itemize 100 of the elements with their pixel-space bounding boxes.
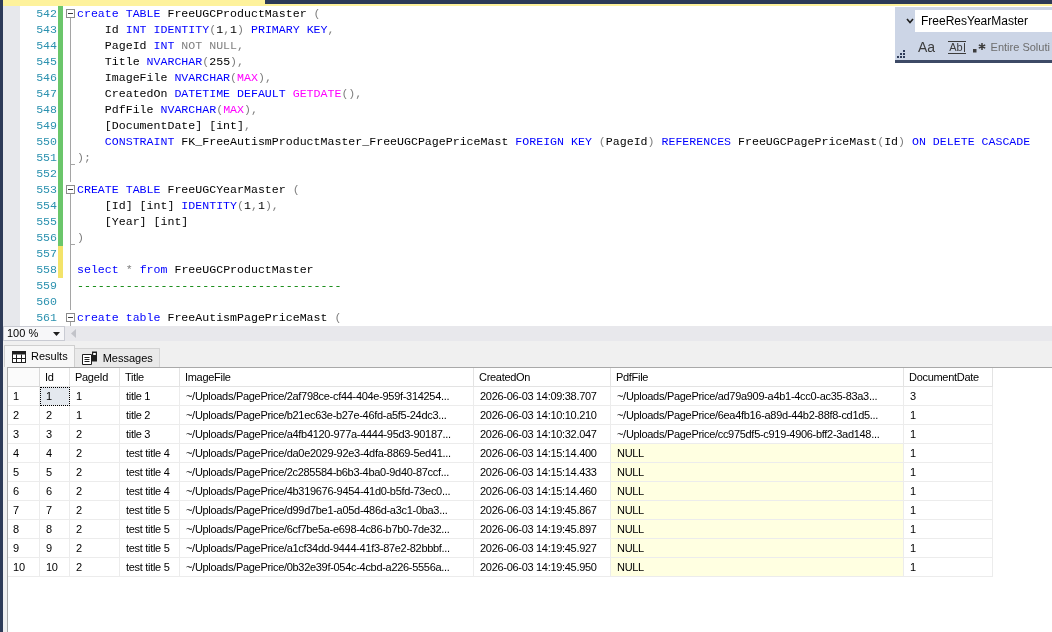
- code-line: PageId INT NOT NULL,: [104, 38, 244, 54]
- table-cell: title 3: [120, 425, 180, 444]
- table-cell: ~/Uploads/PagePrice/6cf7be5a-e698-4c86-b7b0-7de32...: [180, 520, 474, 539]
- code-line: ): [77, 230, 84, 246]
- table-icon: [12, 350, 26, 363]
- table-cell: 1: [70, 406, 120, 425]
- table-cell: 2026-06-03 14:10:32.047: [474, 425, 611, 444]
- table-cell: NULL: [611, 539, 904, 558]
- scope-dropdown[interactable]: Entire Soluti: [990, 38, 1050, 56]
- table-cell: 2026-06-03 14:19:45.927: [474, 539, 611, 558]
- code-line: [Id] [int] IDENTITY(1,1),: [104, 198, 279, 214]
- table-cell: 5: [40, 463, 70, 482]
- results-tab[interactable]: Results: [4, 345, 75, 367]
- code-line: PdfFile NVARCHAR(MAX),: [104, 102, 258, 118]
- line-number: 556: [36, 230, 57, 246]
- table-cell: NULL: [611, 482, 904, 501]
- table-cell: title 1: [120, 387, 180, 406]
- code-line: ImageFile NVARCHAR(MAX),: [104, 70, 272, 86]
- table-cell: 10: [40, 558, 70, 577]
- table-cell: 2: [70, 463, 120, 482]
- match-case-button[interactable]: Aa: [917, 38, 937, 56]
- table-cell: ~/Uploads/PagePrice/2af798ce-cf44-404e-959f-314254...: [180, 387, 474, 406]
- code-line: [DocumentDate] [int],: [104, 118, 251, 134]
- table-cell: NULL: [611, 520, 904, 539]
- table-cell: 3: [40, 425, 70, 444]
- code-line: CreatedOn DATETIME DEFAULT GETDATE(),: [104, 86, 363, 102]
- code-line: );: [77, 150, 91, 166]
- code-line: select * from FreeUGCProductMaster: [77, 262, 314, 278]
- code-line: Id INT IDENTITY(1,1) PRIMARY KEY,: [104, 22, 335, 38]
- table-cell: 1: [904, 520, 993, 539]
- line-number: 548: [36, 102, 57, 118]
- collapse-icon[interactable]: [66, 185, 75, 194]
- collapse-icon[interactable]: [66, 313, 75, 322]
- table-cell: 2: [70, 520, 120, 539]
- table-cell: title 2: [120, 406, 180, 425]
- caret-down-icon: [53, 331, 60, 336]
- line-number: 553: [36, 182, 57, 198]
- table-cell: 6: [40, 482, 70, 501]
- table-cell: 1: [904, 406, 993, 425]
- table-cell: 2: [70, 482, 120, 501]
- table-cell: 1: [904, 482, 993, 501]
- table-cell: ~/Uploads/PagePrice/4b319676-9454-41d0-b5fd-73ec0...: [180, 482, 474, 501]
- table-cell: ~/Uploads/PagePrice/2c285584-b6b3-4ba0-9d40-87ccf...: [180, 463, 474, 482]
- resize-grip-icon[interactable]: [897, 50, 905, 58]
- table-cell: 1: [904, 539, 993, 558]
- table-cell: 1: [904, 463, 993, 482]
- table-cell: 2: [70, 501, 120, 520]
- line-number: 551: [36, 150, 57, 166]
- table-cell: test title 4: [120, 482, 180, 501]
- line-number: 558: [36, 262, 57, 278]
- table-cell: test title 5: [120, 558, 180, 577]
- line-number: 559: [36, 278, 57, 294]
- table-cell: test title 5: [120, 539, 180, 558]
- table-cell: 7: [40, 501, 70, 520]
- table-cell: ~/Uploads/PagePrice/d99d7be1-a05d-486d-a3c1-0ba3...: [180, 501, 474, 520]
- table-cell: 4: [40, 444, 70, 463]
- table-cell: 2026-06-03 14:19:45.950: [474, 558, 611, 577]
- table-cell: ~/Uploads/PagePrice/0b32e39f-054c-4cbd-a226-5556a...: [180, 558, 474, 577]
- line-number: 552: [36, 166, 57, 182]
- horizontal-scrollbar[interactable]: [65, 326, 1052, 341]
- line-number: 560: [36, 294, 57, 310]
- code-line: create table FreeAutismPagePriceMast (: [77, 310, 342, 326]
- line-number: 544: [36, 38, 57, 54]
- table-cell: 2026-06-03 14:09:38.707: [474, 387, 611, 406]
- table-cell: test title 5: [120, 501, 180, 520]
- code-line: --------------------------------------: [77, 278, 342, 294]
- table-cell: ~/Uploads/PagePrice/cc975df5-c919-4906-bff2-3ad148...: [611, 425, 904, 444]
- table-cell: 3: [904, 387, 993, 406]
- chevron-down-icon[interactable]: [906, 17, 914, 24]
- table-cell: test title 5: [120, 520, 180, 539]
- table-cell: 2: [40, 406, 70, 425]
- table-cell: 1: [70, 387, 120, 406]
- regex-icon: [972, 41, 986, 53]
- find-field[interactable]: FreeResYearMaster: [915, 9, 1052, 32]
- zoom-dropdown[interactable]: 100 %: [3, 326, 65, 341]
- table-cell: 2: [70, 444, 120, 463]
- line-number: 549: [36, 118, 57, 134]
- table-cell: 2: [70, 539, 120, 558]
- collapse-icon[interactable]: [66, 9, 75, 18]
- code-line: CREATE TABLE FreeUGCYearMaster (: [77, 182, 300, 198]
- table-cell: 1: [904, 425, 993, 444]
- table-cell: NULL: [611, 501, 904, 520]
- table-cell: NULL: [611, 444, 904, 463]
- table-cell: ~/Uploads/PagePrice/a4fb4120-977a-4444-95d3-90187...: [180, 425, 474, 444]
- table-cell: ~/Uploads/PagePrice/b21ec63e-b27e-46fd-a5f5-24dc3...: [180, 406, 474, 425]
- table-cell: 2: [70, 425, 120, 444]
- line-number: 542: [36, 6, 57, 22]
- line-number: 546: [36, 70, 57, 86]
- table-cell: ~/Uploads/PagePrice/da0e2029-92e3-4dfa-8869-5ed41...: [180, 444, 474, 463]
- table-cell: ~/Uploads/PagePrice/ad79a909-a4b1-4cc0-ac35-83a3...: [611, 387, 904, 406]
- table-cell: 2026-06-03 14:15:14.460: [474, 482, 611, 501]
- document-icon: [81, 351, 98, 365]
- table-cell: 2026-06-03 14:15:14.433: [474, 463, 611, 482]
- results-tab[interactable]: Messages: [74, 348, 160, 367]
- code-line: Title NVARCHAR(255),: [104, 54, 244, 70]
- table-cell: 2026-06-03 14:15:14.400: [474, 444, 611, 463]
- line-number: 545: [36, 54, 57, 70]
- whole-word-button[interactable]: Ab: [947, 38, 967, 56]
- table-cell: 2: [70, 558, 120, 577]
- table-cell: 1: [904, 558, 993, 577]
